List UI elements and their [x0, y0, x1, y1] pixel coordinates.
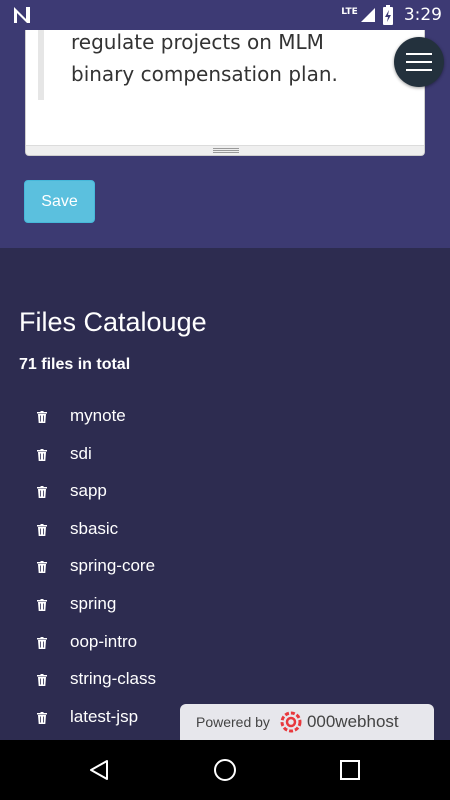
hamburger-icon: [406, 69, 432, 71]
note-editor[interactable]: regulate projects on MLM binary compensa…: [25, 30, 425, 156]
list-item: string-class: [0, 661, 450, 699]
list-item: sdi: [0, 436, 450, 474]
webhost-brand: 000webhost: [306, 712, 399, 731]
editor-line: regulate projects on MLM: [71, 30, 324, 54]
trash-icon[interactable]: [37, 448, 47, 461]
trash-icon[interactable]: [37, 411, 47, 423]
webhost-logo-icon: [280, 711, 302, 733]
file-link[interactable]: sdi: [70, 444, 92, 464]
webhost-badge[interactable]: Powered by 000webhost: [180, 704, 434, 740]
editor-line: binary compensation plan.: [71, 62, 338, 86]
file-link[interactable]: sbasic: [70, 519, 118, 539]
trash-icon[interactable]: [37, 486, 47, 499]
trash-icon[interactable]: [37, 561, 47, 574]
hamburger-icon: [406, 61, 432, 63]
trash-icon[interactable]: [37, 674, 47, 687]
editor-resize-handle[interactable]: [26, 145, 424, 155]
editor-content[interactable]: regulate projects on MLM binary compensa…: [71, 30, 391, 90]
trash-icon[interactable]: [37, 711, 47, 724]
files-title: Files Catalouge: [19, 307, 207, 337]
files-count: 71 files in total: [19, 356, 131, 373]
home-icon[interactable]: [213, 758, 237, 782]
status-bar: LTE 3:29: [0, 0, 450, 30]
battery-icon: [382, 5, 393, 25]
hamburger-icon: [406, 53, 432, 55]
list-item: mynote: [0, 398, 450, 436]
back-icon[interactable]: [88, 759, 110, 781]
file-link[interactable]: oop-intro: [70, 632, 137, 652]
list-item: oop-intro: [0, 624, 450, 662]
save-button[interactable]: Save: [24, 180, 95, 223]
file-link[interactable]: spring: [70, 594, 116, 614]
list-item: spring: [0, 586, 450, 624]
editor-section: regulate projects on MLM binary compensa…: [0, 30, 450, 248]
file-link[interactable]: string-class: [70, 669, 156, 689]
file-link[interactable]: mynote: [70, 406, 126, 426]
blockquote-bar: [38, 30, 44, 100]
trash-icon[interactable]: [37, 523, 47, 536]
list-item: spring-core: [0, 548, 450, 586]
list-item: sapp: [0, 473, 450, 511]
navigation-bar: [0, 740, 450, 800]
grip-icon: [213, 148, 239, 153]
menu-button[interactable]: [394, 37, 444, 87]
list-item: sbasic: [0, 511, 450, 549]
n-logo-icon: [14, 7, 30, 23]
status-time: 3:29: [403, 5, 442, 25]
file-link[interactable]: spring-core: [70, 556, 155, 576]
recent-apps-icon[interactable]: [339, 759, 361, 781]
trash-icon[interactable]: [37, 636, 47, 649]
network-type: LTE: [341, 7, 358, 17]
trash-icon[interactable]: [37, 598, 47, 611]
file-list: mynote sdi sapp sbasic spring-core sprin…: [0, 398, 450, 736]
file-link[interactable]: sapp: [70, 481, 107, 501]
powered-by-label: Powered by: [196, 714, 270, 730]
file-link[interactable]: latest-jsp: [70, 707, 138, 727]
signal-icon: [360, 8, 375, 22]
